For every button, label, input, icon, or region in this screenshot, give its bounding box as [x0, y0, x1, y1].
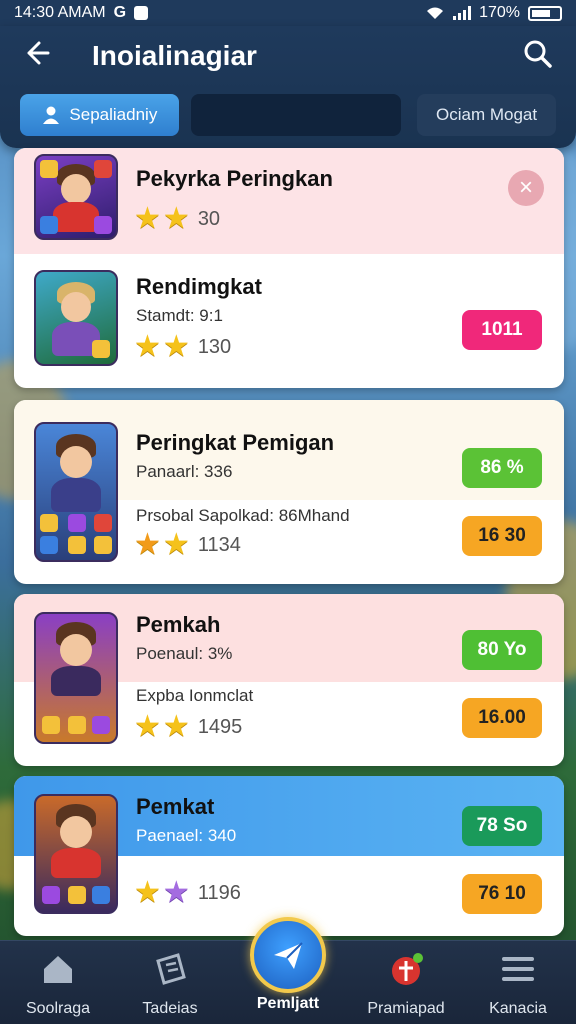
star-icon: ★ — [162, 202, 190, 235]
close-icon: × — [518, 174, 533, 201]
star-icon: ★ — [134, 330, 161, 363]
star-icon: ★ — [162, 330, 190, 363]
card-1-stars-value: 30 — [197, 207, 221, 230]
game-thumbnail-3 — [34, 422, 118, 562]
tab-row: Sepaliadniy Ociam Mogat — [20, 94, 556, 136]
card-2-stars-value: 130 — [197, 335, 232, 358]
bottom-nav: Soolraga Tadeias Pemljatt Pramiapad Kana… — [0, 917, 576, 1024]
page-title: Inoialinagiar — [92, 40, 257, 71]
battery-icon — [528, 5, 562, 21]
status-left: 14:30 AMAM G — [14, 4, 149, 22]
nav-item-gift[interactable]: Pramiapad — [356, 949, 456, 1018]
card-2-stars: ★ ★ 130 — [134, 332, 231, 362]
nav-home-label: Soolraga — [25, 1000, 91, 1017]
card-1-title: Pekyrka Peringkan — [136, 166, 333, 191]
card-2-badge[interactable]: 1011 — [462, 310, 542, 350]
tab-secondary[interactable] — [190, 94, 402, 136]
nav-menu-label: Kanacia — [489, 1000, 547, 1017]
card-5-title: Pemkat — [136, 794, 215, 819]
ticket-icon — [156, 953, 186, 985]
star-icon: ★ — [162, 528, 190, 561]
card-4-detail: Expba Ionmclat — [136, 686, 254, 705]
card-5-badge-top[interactable]: 78 So — [462, 806, 542, 846]
list-card-1[interactable]: Pekyrka Peringkan ★ ★ 30 × Rendimgkat St… — [14, 148, 564, 388]
card-4-title: Pemkah — [136, 612, 221, 637]
tab-third-label: Ociam Mogat — [436, 105, 538, 124]
game-thumbnail-5 — [34, 794, 118, 914]
search-button[interactable] — [522, 38, 558, 74]
card-3-badge-top[interactable]: 86 % — [462, 448, 542, 488]
list-card-5[interactable]: Pemkat Paenael: 340 ★ ★ 1196 78 So 76 10 — [14, 776, 564, 936]
card-2-title: Rendimgkat — [136, 274, 262, 299]
nav-item-home[interactable]: Soolraga — [8, 949, 108, 1018]
status-bar: 14:30 AMAM G 170% — [0, 0, 576, 26]
nav-item-menu[interactable]: Kanacia — [468, 949, 568, 1018]
back-button[interactable] — [18, 38, 54, 74]
star-icon: ★ — [134, 528, 161, 561]
nav-center-label: Pemljatt — [256, 995, 320, 1012]
card-5-subtitle: Paenael: 340 — [136, 826, 237, 845]
card-3-subtitle: Panaarl: 336 — [136, 462, 233, 481]
card-5-stars: ★ ★ 1196 — [134, 878, 241, 908]
card-4-subtitle: Poenaul: 3% — [136, 644, 233, 663]
list-card-3[interactable]: Peringkat Pemigan Panaarl: 336 Prsobal S… — [14, 400, 564, 584]
send-icon — [274, 942, 303, 969]
status-time: 14:30 AMAM — [14, 4, 106, 21]
card-2-subtitle: Stamdt: 9:1 — [136, 306, 223, 325]
tab-third[interactable]: Ociam Mogat — [417, 94, 556, 136]
menu-icon — [502, 957, 534, 981]
dismiss-button[interactable]: × — [508, 170, 544, 206]
nav-gift-label: Pramiapad — [367, 1000, 445, 1017]
tab-primary[interactable]: Sepaliadniy — [20, 94, 179, 136]
nav-item-tickets[interactable]: Tadeias — [120, 949, 220, 1018]
signal-icon — [453, 6, 472, 20]
google-g-icon: G — [113, 4, 127, 21]
star-icon: ★ — [134, 876, 161, 909]
game-thumbnail-4 — [34, 612, 118, 744]
arrow-left-icon — [27, 41, 50, 65]
card-4-badge-bottom[interactable]: 16.00 — [462, 698, 542, 738]
card-3-stars: ★ ★ 1134 — [134, 530, 241, 560]
card-3-badge-bottom[interactable]: 16 30 — [462, 516, 542, 556]
status-right: 170% — [425, 4, 562, 22]
search-icon — [524, 40, 552, 68]
nav-tickets-label: Tadeias — [142, 1000, 198, 1017]
app-header: Inoialinagiar Sepaliadniy Ociam Mogat — [0, 26, 576, 148]
nav-item-center[interactable] — [250, 917, 326, 993]
star-icon: ★ — [162, 710, 190, 743]
game-thumbnail-2 — [34, 270, 118, 366]
star-icon: ★ — [134, 710, 161, 743]
wifi-icon — [427, 7, 444, 19]
app-notification-icon — [134, 6, 149, 20]
star-icon: ★ — [134, 202, 161, 235]
card-1-stars: ★ ★ 30 — [134, 204, 220, 234]
card-4-badge-top[interactable]: 80 Yo — [462, 630, 542, 670]
home-icon — [44, 956, 72, 983]
card-3-title: Peringkat Pemigan — [136, 430, 335, 455]
star-icon: ★ — [162, 876, 190, 909]
card-5-badge-bottom[interactable]: 76 10 — [462, 874, 542, 914]
battery-percent: 170% — [479, 4, 520, 21]
game-thumbnail-1 — [34, 154, 118, 240]
card-5-stars-value: 1196 — [197, 881, 241, 904]
card-3-stars-value: 1134 — [197, 533, 241, 556]
gift-icon — [392, 953, 423, 985]
card-3-detail: Prsobal Sapolkad: 86Mhand — [136, 506, 350, 525]
card-4-stars: ★ ★ 1495 — [134, 712, 242, 742]
list-card-4[interactable]: Pemkah Poenaul: 3% Expba Ionmclat ★ ★ 14… — [14, 594, 564, 766]
tab-primary-label: Sepaliadniy — [69, 105, 158, 124]
user-icon — [43, 106, 60, 124]
card-4-stars-value: 1495 — [197, 715, 243, 738]
